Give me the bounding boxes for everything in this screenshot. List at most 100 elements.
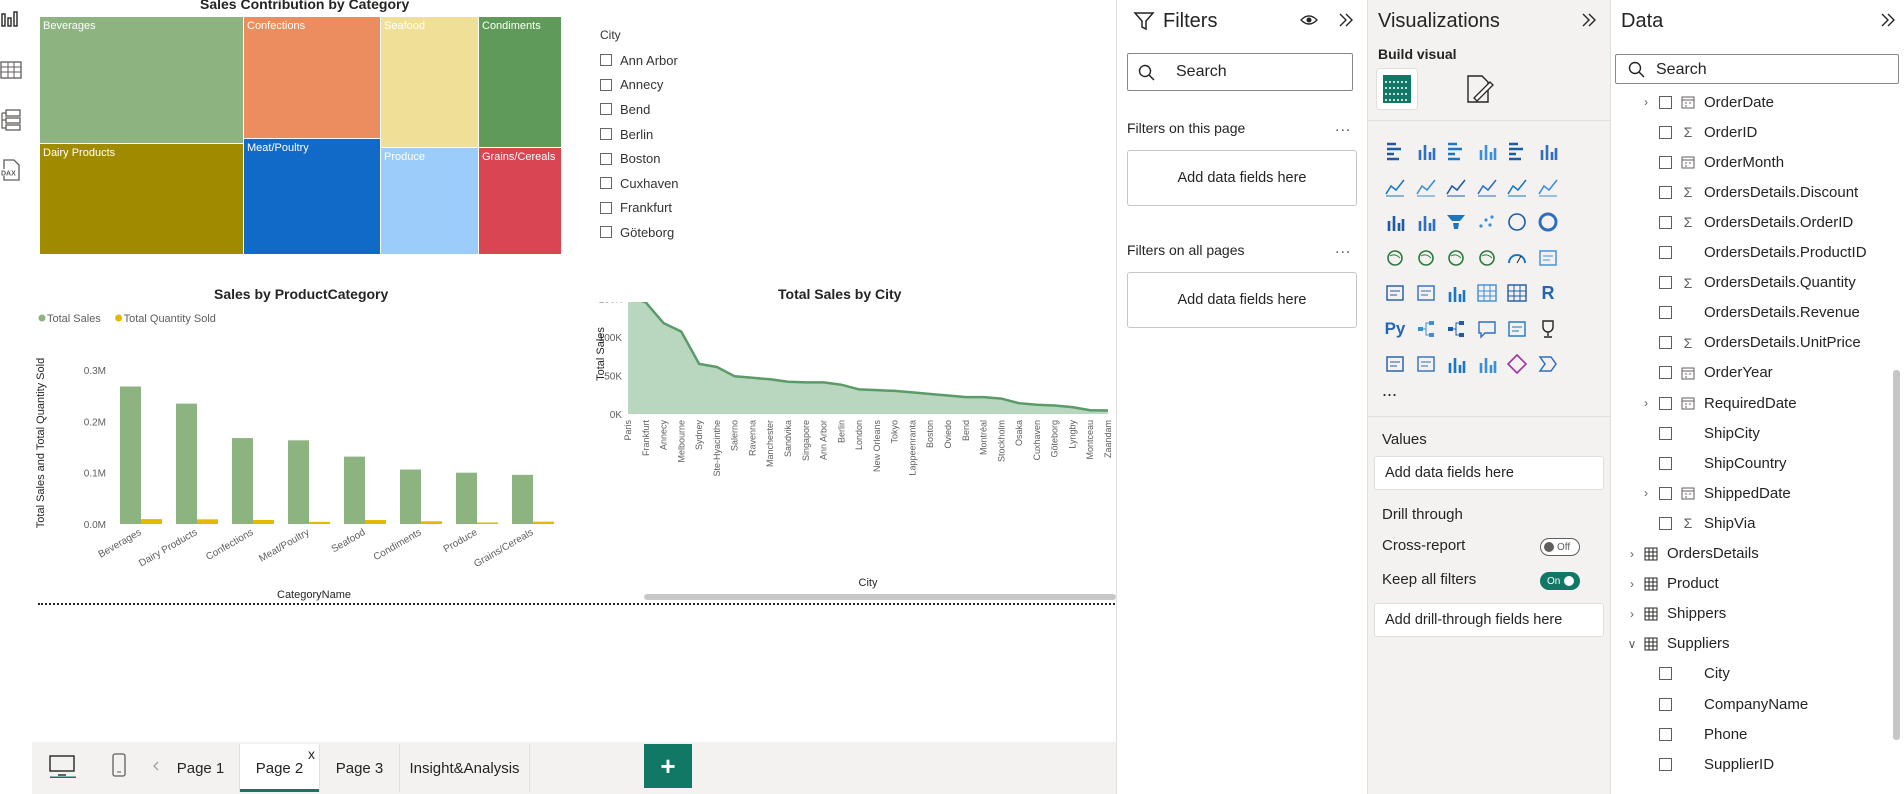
expand-chevron-icon[interactable]: › <box>1625 577 1639 591</box>
bar[interactable] <box>309 521 330 524</box>
format-visual-icon[interactable] <box>1462 72 1496 106</box>
data-field[interactable]: OrderMonth <box>1639 147 1784 177</box>
data-field[interactable]: › ShippedDate <box>1639 478 1791 508</box>
qa-icon[interactable] <box>1474 316 1500 342</box>
slicer-checkbox[interactable] <box>600 54 612 67</box>
horizontal-scrollbar[interactable] <box>644 594 1116 600</box>
build-visual-tab[interactable] <box>1376 68 1418 110</box>
field-checkbox[interactable] <box>1659 486 1672 500</box>
data-field[interactable]: Σ OrdersDetails.Discount <box>1639 177 1858 207</box>
data-field[interactable]: Σ OrderID <box>1639 117 1757 147</box>
bar-chart[interactable]: Total Sales Total Quantity Sold 0.0M 0.1M 0.… <box>32 302 572 604</box>
data-field[interactable]: Phone <box>1639 719 1747 749</box>
page-tab-page-3[interactable]: Page 3 <box>320 744 400 792</box>
city-slicer[interactable]: City Ann Arbor Annecy Bend Berlin Boston Cuxh… <box>592 18 1142 240</box>
data-table[interactable]: › Product <box>1625 569 1719 599</box>
treemap-chart[interactable]: Beverages Confections Seafood Condiments Dai… <box>40 17 562 254</box>
data-field[interactable]: SupplierID <box>1639 749 1774 779</box>
slicer-checkbox[interactable] <box>600 226 612 239</box>
treemap-tile[interactable]: Dairy Products <box>40 144 243 254</box>
page-tab-page-2[interactable]: Page 2 x <box>240 744 320 792</box>
treemap-tile[interactable]: Grains/Cereals <box>479 148 561 254</box>
field-checkbox[interactable] <box>1659 95 1672 109</box>
field-checkbox[interactable] <box>1659 306 1672 320</box>
field-checkbox[interactable] <box>1659 667 1672 681</box>
data-field[interactable]: OrdersDetails.ProductID <box>1639 238 1867 268</box>
tab-scroll-left-icon[interactable] <box>150 760 162 772</box>
treemap-tile[interactable]: Produce <box>381 148 478 254</box>
expand-chevron-icon[interactable]: › <box>1625 607 1639 621</box>
treemap-icon[interactable] <box>1382 245 1408 271</box>
bar[interactable] <box>176 403 197 524</box>
treemap-tile[interactable]: Meat/Poultry <box>244 139 380 254</box>
field-checkbox[interactable] <box>1659 366 1672 380</box>
more-options-icon[interactable]: ... <box>1335 118 1351 136</box>
map-icon[interactable] <box>1413 245 1439 271</box>
ribbon-chart-icon[interactable] <box>1382 209 1408 235</box>
collapse-data-icon[interactable] <box>1879 12 1897 28</box>
desktop-layout-icon[interactable] <box>48 754 78 778</box>
cross-report-toggle[interactable]: Off <box>1540 538 1580 556</box>
100-column-icon[interactable] <box>1535 138 1561 164</box>
field-checkbox[interactable] <box>1659 396 1672 410</box>
bar[interactable] <box>477 522 498 524</box>
expand-chevron-icon[interactable]: › <box>1625 547 1639 561</box>
line-column-icon[interactable] <box>1504 174 1530 200</box>
data-field[interactable]: ShipCountry <box>1639 448 1787 478</box>
slicer-checkbox[interactable] <box>600 201 612 214</box>
data-field[interactable]: › RequiredDate <box>1639 388 1797 418</box>
area-chart-icon[interactable] <box>1413 174 1439 200</box>
data-field[interactable]: Σ ShipVia <box>1639 508 1755 538</box>
add-page-button[interactable]: + <box>644 744 692 788</box>
slicer-item[interactable]: Göteborg <box>600 220 679 245</box>
power-apps-icon[interactable] <box>1443 351 1469 377</box>
azure-map-icon[interactable] <box>1474 245 1500 271</box>
card-new-icon[interactable] <box>1413 351 1439 377</box>
donut-icon[interactable] <box>1535 209 1561 235</box>
page-tab-insight-analysis[interactable]: Insight&Analysis <box>400 744 530 792</box>
treemap-tile[interactable]: Seafood <box>381 17 478 147</box>
bar[interactable] <box>400 469 421 524</box>
page-tab-page-1[interactable]: Page 1 <box>162 744 240 792</box>
clustered-column-icon[interactable] <box>1474 138 1500 164</box>
slicer-item[interactable]: Cuxhaven <box>600 171 679 196</box>
treemap-tile[interactable]: Beverages <box>40 17 243 143</box>
expand-chevron-icon[interactable]: › <box>1639 486 1653 500</box>
field-checkbox[interactable] <box>1659 426 1672 440</box>
field-checkbox[interactable] <box>1659 697 1672 711</box>
100-area-icon[interactable] <box>1474 174 1500 200</box>
chevron-visual-icon[interactable] <box>1535 351 1561 377</box>
slicer-icon[interactable] <box>1443 280 1469 306</box>
bar[interactable] <box>421 521 442 524</box>
field-checkbox[interactable] <box>1659 246 1672 259</box>
slicer-checkbox[interactable] <box>600 103 612 116</box>
filled-map-icon[interactable] <box>1443 245 1469 271</box>
bar[interactable] <box>533 521 554 524</box>
bar[interactable] <box>288 440 309 524</box>
pie-icon[interactable] <box>1504 209 1530 235</box>
key-influencers-icon[interactable] <box>1413 316 1439 342</box>
slicer-checkbox[interactable] <box>600 177 612 190</box>
line-stacked-column-icon[interactable] <box>1535 174 1561 200</box>
eye-icon[interactable] <box>1299 12 1319 28</box>
field-checkbox[interactable] <box>1659 516 1672 530</box>
diamond-icon[interactable] <box>1504 351 1530 377</box>
data-field[interactable]: › OrderDate <box>1639 87 1774 117</box>
slicer-checkbox[interactable] <box>600 128 612 141</box>
field-checkbox[interactable] <box>1659 757 1672 771</box>
data-field[interactable]: Σ OrdersDetails.OrderID <box>1639 207 1853 237</box>
data-field[interactable]: OrdersDetails.Revenue <box>1639 298 1860 328</box>
bar[interactable] <box>232 438 253 524</box>
multirow-card-icon[interactable] <box>1382 280 1408 306</box>
field-checkbox[interactable] <box>1659 456 1672 470</box>
treemap-tile[interactable]: Condiments <box>479 17 561 147</box>
table-icon[interactable] <box>1474 280 1500 306</box>
clustered-bar-icon[interactable] <box>1443 138 1469 164</box>
model-view-icon[interactable] <box>0 108 24 132</box>
data-scrollbar[interactable] <box>1893 370 1900 740</box>
paginated-report-icon[interactable] <box>1382 351 1408 377</box>
power-automate-icon[interactable] <box>1474 351 1500 377</box>
mobile-layout-icon[interactable] <box>110 752 128 778</box>
narrative-icon[interactable] <box>1504 316 1530 342</box>
bar[interactable] <box>365 520 386 524</box>
